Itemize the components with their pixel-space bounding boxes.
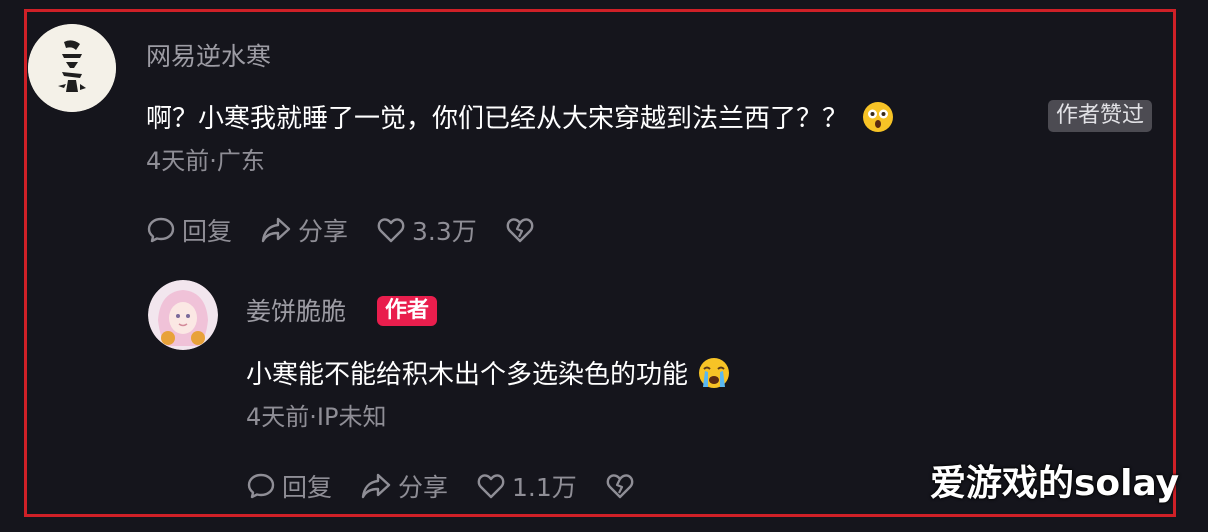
- like-count: 1.1万: [512, 473, 577, 502]
- highlight-frame: [24, 9, 1176, 517]
- speech-bubble-icon: [247, 473, 275, 499]
- comment-text-body: 啊？小寒我就睡了一觉，你们已经从大宋穿越到法兰西了？？: [146, 104, 849, 134]
- author-liked-badge: 作者赞过: [1048, 100, 1153, 133]
- heart-icon: [477, 474, 505, 499]
- heart-icon: [377, 218, 405, 243]
- share-button[interactable]: 分享: [260, 212, 348, 248]
- like-count: 3.3万: [412, 217, 477, 246]
- comment-actions: 回复 分享 1.1万: [246, 468, 641, 504]
- broken-heart-icon: [606, 474, 634, 499]
- like-button[interactable]: 1.1万: [476, 468, 577, 504]
- reply-label: 回复: [182, 217, 233, 246]
- astonished-face-emoji: [862, 101, 894, 138]
- reply-button[interactable]: 回复: [146, 212, 232, 248]
- share-label: 分享: [398, 473, 449, 502]
- reply-button[interactable]: 回复: [246, 468, 332, 504]
- dislike-button[interactable]: [605, 471, 641, 501]
- loudly-crying-face-emoji: [696, 357, 732, 394]
- dislike-button[interactable]: [505, 215, 541, 245]
- avatar[interactable]: [148, 280, 218, 350]
- speech-bubble-icon: [147, 217, 175, 243]
- broken-heart-icon: [506, 218, 534, 243]
- timestamp-location: 4天前·IP未知: [246, 403, 387, 431]
- reply-label: 回复: [282, 473, 333, 502]
- comment-text: 小寒能不能给积木出个多选染色的功能: [246, 357, 732, 394]
- share-button[interactable]: 分享: [360, 468, 448, 504]
- like-button[interactable]: 3.3万: [376, 212, 477, 248]
- watermark: 爱游戏的solay: [930, 463, 1180, 504]
- username[interactable]: 姜饼脆脆: [246, 299, 346, 324]
- avatar[interactable]: [28, 24, 116, 112]
- share-arrow-icon: [261, 217, 291, 243]
- comment-text: 啊？小寒我就睡了一觉，你们已经从大宋穿越到法兰西了？？: [146, 101, 894, 138]
- share-label: 分享: [298, 217, 349, 246]
- comment-text-body: 小寒能不能给积木出个多选染色的功能: [246, 360, 689, 390]
- username[interactable]: 网易逆水寒: [146, 44, 271, 69]
- author-tag-badge: 作者: [377, 296, 438, 327]
- share-arrow-icon: [361, 473, 391, 499]
- timestamp-location: 4天前·广东: [146, 147, 265, 175]
- comment-actions: 回复 分享 3.3万: [146, 212, 541, 248]
